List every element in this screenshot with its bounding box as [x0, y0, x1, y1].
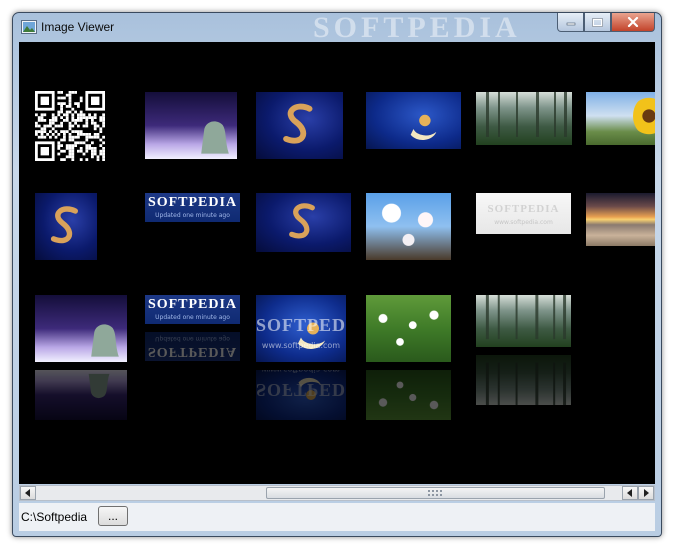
thumbnail-subcaption: Updated one minute ago — [155, 335, 230, 342]
thumbnail-blue-s-logo-wallpaper[interactable] — [256, 92, 343, 159]
thumbnail-caption: SOFTPEDIA — [147, 297, 238, 312]
window-title: Image Viewer — [41, 20, 115, 34]
thumbnail-softpedia-banner-2[interactable]: SOFTPEDIA Updated one minute ago — [145, 295, 240, 324]
browse-folder-button[interactable]: ... — [98, 506, 128, 526]
horizontal-scrollbar[interactable] — [19, 485, 655, 501]
thumbnail-subcaption: www.softpedia.com — [256, 370, 346, 374]
scroll-left-icon — [627, 489, 632, 497]
thumbnail-reflection: SOFTPEDIA Updated one minute ago — [145, 332, 240, 361]
thumbnail-daisy-meadow[interactable] — [366, 295, 451, 362]
close-icon — [627, 17, 639, 27]
minimize-button[interactable] — [557, 13, 584, 32]
thumbnail-caption: SOFTPEDIA — [256, 315, 346, 335]
scroll-left-button[interactable] — [20, 486, 36, 500]
scroll-right-icon — [644, 489, 649, 497]
thumbnail-purple-sphinx-wallpaper-2[interactable] — [35, 295, 127, 362]
statue-icon — [201, 121, 229, 154]
thumbnail-blue-s-logo-portrait[interactable] — [35, 193, 97, 260]
thumbnail-sunset-beach[interactable] — [586, 193, 655, 246]
thumbnail-white-blossoms[interactable] — [366, 193, 451, 260]
scroll-left-icon — [25, 489, 30, 497]
image-viewer-window: Image Viewer SOFTPEDIA SOFTPEDIA Updated … — [12, 11, 662, 537]
thumbnail-caption: SOFTPEDIA — [147, 344, 238, 359]
thumbnail-moon-angel-wallpaper[interactable] — [366, 92, 461, 149]
crescent-moon-icon — [410, 114, 437, 141]
scroll-right-step-button[interactable] — [622, 486, 638, 500]
thumbnail-reflection — [366, 370, 451, 420]
image-viewer-icon — [21, 20, 37, 34]
caption-buttons — [557, 13, 655, 33]
thumbnail-reflection: SOFTPEDIA www.softpedia.com — [256, 370, 346, 420]
thumbnail-blue-s-logo-dark[interactable] — [256, 193, 351, 252]
s-logo-icon — [289, 203, 315, 239]
thumbnail-softpedia-light-banner[interactable]: SOFTPEDIA www.softpedia.com — [476, 193, 571, 234]
thumbnail-purple-sphinx-wallpaper[interactable] — [145, 92, 237, 159]
tree-trunks — [486, 92, 567, 137]
thumbnail-moon-angel-softpedia[interactable]: SOFTPEDIA www.softpedia.com — [256, 295, 346, 362]
maximize-button[interactable] — [584, 13, 611, 32]
thumbnail-caption: SOFTPEDIA — [256, 380, 346, 400]
thumbnail-misty-forest[interactable] — [476, 92, 572, 145]
tree-trunks — [485, 295, 567, 340]
thumbnail-subcaption: Updated one minute ago — [155, 314, 230, 321]
thumbnail-subcaption: www.softpedia.com — [494, 219, 553, 226]
status-bar: C:\Softpedia ... — [19, 503, 655, 531]
close-button[interactable] — [611, 13, 655, 32]
thumbnail-softpedia-banner[interactable]: SOFTPEDIA Updated one minute ago — [145, 193, 240, 222]
scroll-right-button[interactable] — [638, 486, 654, 500]
s-logo-icon — [283, 103, 313, 144]
grip-icon — [428, 490, 442, 496]
tree-trunks — [485, 362, 567, 405]
title-bar[interactable]: Image Viewer SOFTPEDIA — [13, 11, 661, 44]
thumbnail-qr-code[interactable] — [35, 86, 105, 166]
thumbnail-reflection — [35, 370, 127, 420]
folder-path: C:\Softpedia — [21, 510, 88, 524]
maximize-icon — [592, 17, 603, 27]
thumbnail-subcaption: Updated one minute ago — [155, 212, 230, 219]
s-logo-icon — [50, 206, 79, 244]
thumbnail-subcaption: www.softpedia.com — [261, 341, 341, 350]
title-watermark: SOFTPEDIA — [313, 11, 521, 44]
thumbnail-caption: SOFTPEDIA — [487, 203, 560, 215]
image-gallery[interactable]: SOFTPEDIA Updated one minute ago SOFTPEDIA… — [19, 42, 655, 484]
minimize-icon — [566, 22, 575, 26]
thumbnail-caption: SOFTPEDIA — [147, 195, 238, 210]
thumbnail-sunflower-road[interactable] — [586, 92, 655, 145]
thumbnail-reflection — [476, 355, 571, 405]
reflection-fade — [19, 442, 655, 484]
statue-icon — [88, 373, 110, 399]
scrollbar-thumb[interactable] — [266, 487, 605, 499]
sunflower-petals — [633, 96, 655, 136]
qr-code-icon — [35, 91, 105, 161]
thumbnail-misty-forest-2[interactable] — [476, 295, 571, 347]
statue-icon — [91, 324, 119, 357]
